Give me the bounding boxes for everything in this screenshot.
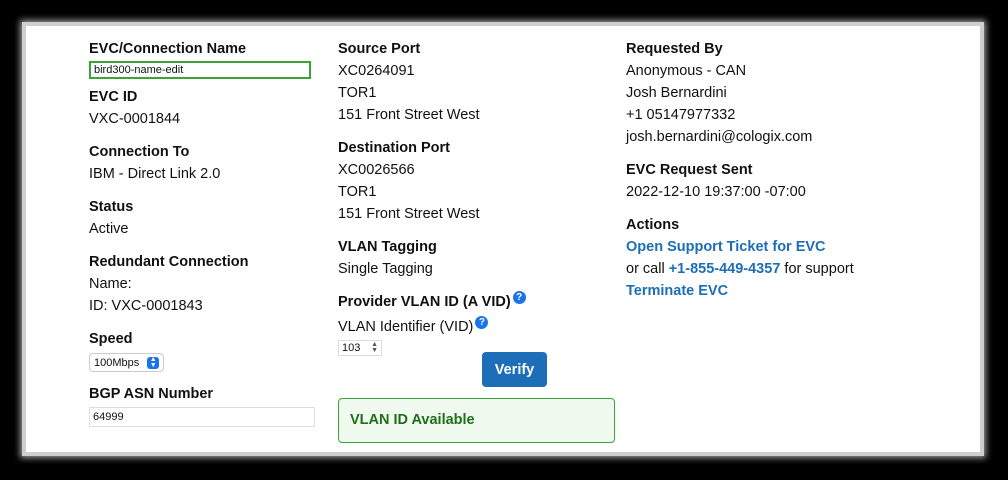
terminate-row: Terminate EVC <box>626 280 926 302</box>
vlan-tagging-group: VLAN Tagging Single Tagging <box>338 236 623 280</box>
status-label: Status <box>89 199 134 215</box>
redundant-id: ID: VXC-0001843 <box>89 298 203 314</box>
evc-id-label: EVC ID <box>89 89 138 105</box>
redundant-group: Redundant Connection Name: ID: VXC-00018… <box>89 251 319 317</box>
support-phone-link[interactable]: +1-855-449-4357 <box>669 261 781 277</box>
vlan-status-alert: VLAN ID Available <box>338 398 615 443</box>
bgp-group: BGP ASN Number <box>89 383 319 427</box>
speed-select-value: 100Mbps <box>94 356 140 369</box>
request-sent-label: EVC Request Sent <box>626 162 753 178</box>
source-port-code: XC0264091 <box>338 63 415 79</box>
verify-button[interactable]: Verify <box>482 352 547 387</box>
redundant-name: Name: <box>89 276 132 292</box>
column-left: EVC/Connection Name EVC ID VXC-0001844 C… <box>89 38 319 438</box>
bgp-label: BGP ASN Number <box>89 386 214 402</box>
help-icon[interactable]: ? <box>475 316 489 329</box>
connection-to-value: IBM - Direct Link 2.0 <box>89 166 221 182</box>
requested-by-org: Anonymous - CAN <box>626 63 747 79</box>
requested-by-label: Requested By <box>626 41 723 57</box>
vlan-id-value: 103 <box>342 342 361 354</box>
actions-group: Actions Open Support Ticket for EVC or c… <box>626 214 926 302</box>
requested-by-email: josh.bernardini@cologix.com <box>626 129 813 145</box>
evc-name-group: EVC/Connection Name <box>89 38 319 79</box>
destination-port-address: 151 Front Street West <box>338 206 480 222</box>
destination-port-code: XC0026566 <box>338 162 415 178</box>
vlan-identifier-label: VLAN Identifier (VID)? <box>338 316 623 338</box>
connection-to-group: Connection To IBM - Direct Link 2.0 <box>89 141 319 185</box>
evc-name-input[interactable] <box>89 61 311 79</box>
evc-id-value: VXC-0001844 <box>89 111 181 127</box>
source-port-site: TOR1 <box>338 85 377 101</box>
destination-port-group: Destination Port XC0026566 TOR1 151 Fron… <box>338 137 623 225</box>
evc-name-label: EVC/Connection Name <box>89 41 247 57</box>
terminate-evc-link[interactable]: Terminate EVC <box>626 283 728 299</box>
evc-details-panel: EVC/Connection Name EVC ID VXC-0001844 C… <box>32 30 976 450</box>
vlan-identifier-label-text: VLAN Identifier (VID) <box>338 319 474 335</box>
stepper-arrows-icon[interactable]: ▲ ▼ <box>371 341 378 354</box>
vlan-tagging-value: Single Tagging <box>338 261 433 277</box>
provider-vlan-label-text: Provider VLAN ID (A VID) <box>338 294 511 310</box>
source-port-label: Source Port <box>338 41 421 57</box>
redundant-label: Redundant Connection <box>89 254 249 270</box>
call-prefix: or call <box>626 261 665 277</box>
requested-by-group: Requested By Anonymous - CAN Josh Bernar… <box>626 38 926 148</box>
speed-select[interactable]: 100Mbps ▲ ▼ <box>89 353 165 372</box>
provider-vlan-label: Provider VLAN ID (A VID)? <box>338 291 623 313</box>
request-sent-value: 2022-12-10 19:37:00 -07:00 <box>626 184 806 200</box>
status-value: Active <box>89 221 129 237</box>
destination-port-site: TOR1 <box>338 184 377 200</box>
column-right: Requested By Anonymous - CAN Josh Bernar… <box>626 38 926 313</box>
bgp-input[interactable] <box>89 407 315 427</box>
call-suffix: for support <box>784 261 854 277</box>
evc-id-group: EVC ID VXC-0001844 <box>89 86 319 130</box>
vlan-tagging-label: VLAN Tagging <box>338 239 437 255</box>
help-icon[interactable]: ? <box>512 291 526 304</box>
open-support-ticket-link[interactable]: Open Support Ticket for EVC <box>626 239 826 255</box>
destination-port-label: Destination Port <box>338 140 450 156</box>
requested-by-phone: +1 05147977332 <box>626 107 736 123</box>
requested-by-name: Josh Bernardini <box>626 85 727 101</box>
column-middle: Source Port XC0264091 TOR1 151 Front Str… <box>338 38 623 443</box>
vlan-id-stepper[interactable]: 103 ▲ ▼ <box>338 340 382 356</box>
provider-vlan-group: Provider VLAN ID (A VID)? VLAN Identifie… <box>338 291 623 356</box>
support-ticket-row: Open Support Ticket for EVC <box>626 236 926 258</box>
call-support-row: or call +1-855-449-4357 for support <box>626 258 926 280</box>
source-port-group: Source Port XC0264091 TOR1 151 Front Str… <box>338 38 623 126</box>
request-sent-group: EVC Request Sent 2022-12-10 19:37:00 -07… <box>626 159 926 203</box>
source-port-address: 151 Front Street West <box>338 107 480 123</box>
speed-group: Speed 100Mbps ▲ ▼ <box>89 328 319 372</box>
connection-to-label: Connection To <box>89 144 190 160</box>
status-group: Status Active <box>89 196 319 240</box>
chevron-updown-icon: ▲ ▼ <box>147 356 160 369</box>
actions-label: Actions <box>626 217 680 233</box>
speed-label: Speed <box>89 331 133 347</box>
